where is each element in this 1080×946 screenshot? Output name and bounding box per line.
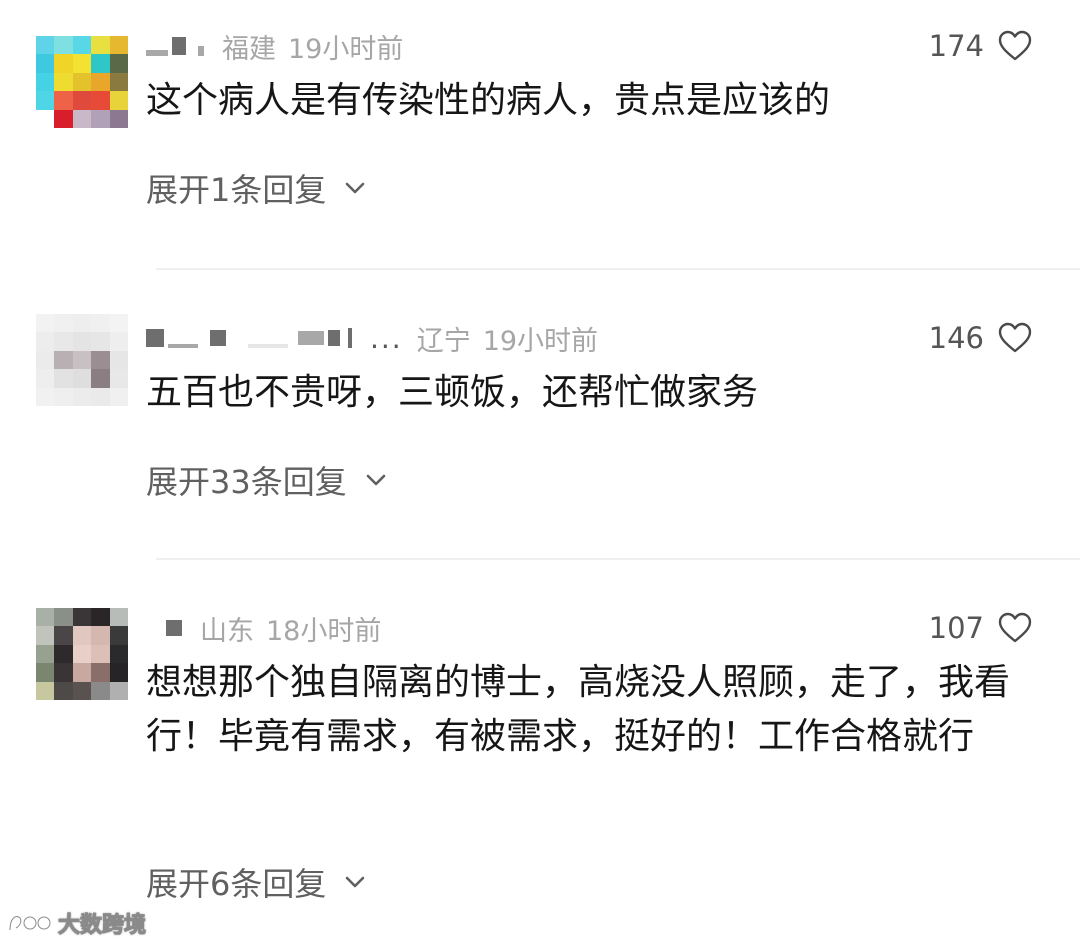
expand-replies-label: 展开33条回复 <box>146 463 347 501</box>
comment-time: 18小时前 <box>266 615 382 647</box>
comment-time: 19小时前 <box>482 325 599 357</box>
comment-location: 山东 <box>200 615 254 647</box>
chevron-down-icon <box>346 876 365 888</box>
like-button[interactable]: 146 <box>929 318 1032 358</box>
heart-outline-icon[interactable] <box>998 322 1032 354</box>
like-count: 174 <box>928 29 984 63</box>
expand-replies-button[interactable]: 展开33条回复 <box>146 460 387 501</box>
comment-text: 想想那个独自隔离的博士，高烧没人照顾，走了，我看行！毕竟有需求，有被需求，挺好的… <box>146 662 1011 757</box>
comment-location: 辽宁 <box>416 325 471 357</box>
like-button[interactable]: 174 <box>929 26 1032 66</box>
avatar[interactable] <box>36 314 128 406</box>
comment-item: ... 辽宁 19小时前 146 五百也不贵呀，三顿饭，还帮忙做家务 展开33条… <box>0 270 1080 558</box>
username-redacted[interactable] <box>146 36 208 56</box>
comment-location: 福建 <box>222 33 276 65</box>
comment-text: 五百也不贵呀，三顿饭，还帮忙做家务 <box>146 372 759 413</box>
like-button[interactable]: 107 <box>929 608 1032 648</box>
like-count: 146 <box>928 321 984 355</box>
heart-outline-icon[interactable] <box>998 612 1032 644</box>
comment-time: 19小时前 <box>288 33 404 65</box>
comment-item: 福建 19小时前 174 这个病人是有传染性的病人，贵点是应该的 展开1条回复 <box>0 0 1080 268</box>
watermark-text: 大数跨境 <box>57 913 147 939</box>
comment-item: 山东 18小时前 107 想想那个独自隔离的博士，高烧没人照顾，走了，我看行！毕… <box>0 560 1080 946</box>
avatar[interactable] <box>36 36 128 128</box>
watermark: 大数跨境 <box>6 906 147 940</box>
brand-logo-icon <box>8 915 52 931</box>
expand-replies-label: 展开1条回复 <box>146 171 327 209</box>
heart-outline-icon[interactable] <box>998 30 1032 62</box>
username-redacted[interactable] <box>146 620 186 636</box>
chevron-down-icon <box>366 474 386 486</box>
username-redacted[interactable] <box>146 328 356 348</box>
expand-replies-button[interactable]: 展开1条回复 <box>146 168 366 209</box>
comment-meta: ... 辽宁 19小时前 <box>146 318 598 358</box>
chevron-down-icon <box>346 182 365 194</box>
expand-replies-label: 展开6条回复 <box>146 865 327 903</box>
expand-replies-button[interactable]: 展开6条回复 <box>146 862 366 903</box>
comment-meta: 山东 18小时前 <box>146 608 381 648</box>
like-count: 107 <box>928 611 984 645</box>
avatar[interactable] <box>36 608 128 700</box>
comment-meta: 福建 19小时前 <box>146 26 403 66</box>
comment-text: 这个病人是有传染性的病人，贵点是应该的 <box>146 80 831 121</box>
username-ellipsis: ... <box>370 321 403 355</box>
